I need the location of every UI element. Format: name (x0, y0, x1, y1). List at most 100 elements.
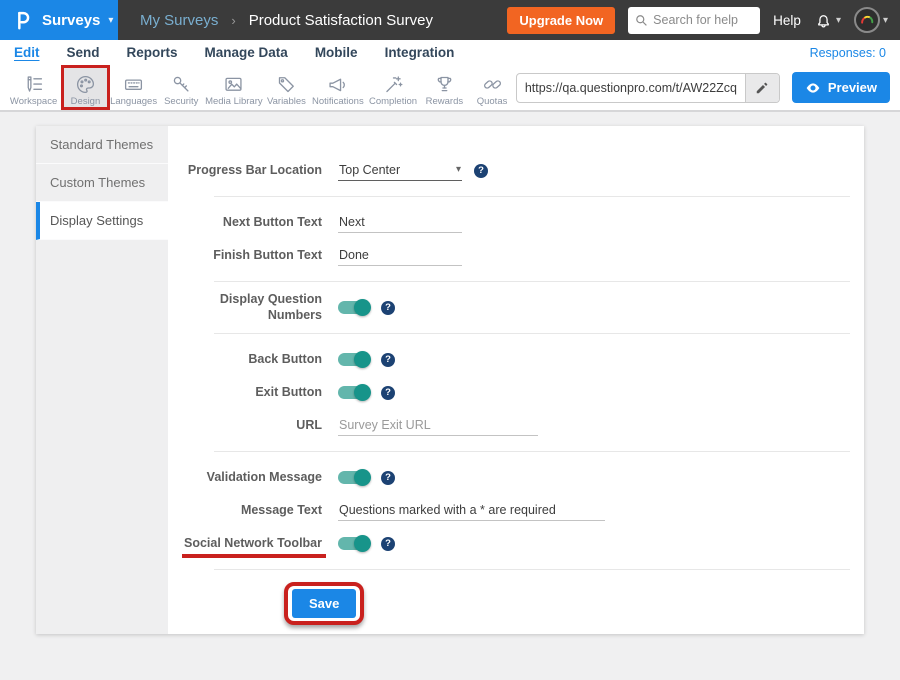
edit-url-button[interactable] (745, 74, 779, 102)
progress-bar-location-select[interactable]: Top Center ▾ (338, 161, 462, 181)
toolbar-item-design[interactable]: Design (61, 65, 110, 110)
section-divider (214, 281, 850, 282)
display-question-numbers-toggle[interactable] (338, 301, 369, 314)
toolbar-item-languages[interactable]: Languages (110, 65, 158, 110)
display-settings-panel: Progress Bar Location Top Center ▾ Next … (168, 126, 864, 634)
finish-button-text-row: Finish Button Text (168, 239, 864, 272)
workspace-icon (23, 71, 44, 95)
sidebar-item-custom-themes[interactable]: Custom Themes (36, 164, 168, 202)
social-network-toolbar-toggle[interactable] (338, 537, 369, 550)
progress-bar-location-row: Progress Bar Location Top Center ▾ (168, 154, 864, 187)
page-title: Product Satisfaction Survey (249, 12, 433, 29)
save-button[interactable]: Save (292, 589, 356, 618)
design-sidebar: Standard Themes Custom Themes Display Se… (36, 126, 168, 634)
exit-url-row: URL (168, 409, 864, 442)
chevron-down-icon: ▾ (883, 15, 888, 26)
breadcrumb-my-surveys[interactable]: My Surveys (140, 12, 218, 29)
validation-message-label: Validation Message (168, 470, 322, 486)
finish-button-text-input[interactable] (338, 246, 462, 266)
selected-value: Top Center (339, 163, 400, 177)
variables-tag-icon (276, 71, 297, 95)
responses-count[interactable]: Responses: 0 (810, 46, 886, 60)
display-question-numbers-row: Display Question Numbers (168, 291, 864, 324)
product-name: Surveys (42, 12, 100, 29)
tab-reports[interactable]: Reports (127, 45, 178, 60)
top-bar: Surveys ▾ My Surveys › Product Satisfact… (0, 0, 900, 40)
quotas-chain-icon (482, 71, 503, 95)
exit-button-label: Exit Button (168, 385, 322, 401)
back-button-toggle[interactable] (338, 353, 369, 366)
validation-message-row: Validation Message (168, 461, 864, 494)
help-icon[interactable] (381, 301, 395, 315)
annotation-red-underline (182, 554, 326, 558)
help-link[interactable]: Help (773, 13, 801, 28)
message-text-input[interactable] (338, 501, 605, 521)
account-menu[interactable]: ▾ (854, 7, 888, 33)
notifications-bell[interactable]: ▾ (814, 11, 841, 30)
toolbar-item-label: Notifications (312, 96, 364, 107)
exit-url-label: URL (168, 418, 322, 434)
section-divider (214, 569, 850, 570)
tab-edit[interactable]: Edit (14, 45, 40, 60)
sidebar-item-display-settings[interactable]: Display Settings (36, 202, 168, 240)
media-library-image-icon (223, 71, 244, 95)
preview-button[interactable]: Preview (792, 72, 890, 103)
design-palette-icon (75, 71, 96, 95)
toolbar-item-rewards[interactable]: Rewards (421, 65, 469, 110)
bell-icon (814, 11, 833, 30)
help-icon[interactable] (381, 353, 395, 367)
sidebar-item-standard-themes[interactable]: Standard Themes (36, 126, 168, 164)
tab-mobile[interactable]: Mobile (315, 45, 358, 60)
validation-message-toggle[interactable] (338, 471, 369, 484)
breadcrumb: My Surveys › Product Satisfaction Survey (140, 12, 433, 29)
back-button-row: Back Button (168, 343, 864, 376)
toolbar-item-security[interactable]: Security (157, 65, 205, 110)
social-network-toolbar-row: Social Network Toolbar (168, 527, 864, 560)
annotation-red-box: Save (284, 582, 364, 625)
toolbar-item-label: Variables (267, 96, 306, 107)
product-switcher[interactable]: Surveys ▾ (0, 0, 118, 40)
toolbar-item-completion[interactable]: Completion (365, 65, 420, 110)
toolbar-item-notifications[interactable]: Notifications (310, 65, 365, 110)
help-icon[interactable] (474, 164, 488, 178)
survey-url-field[interactable] (517, 81, 745, 95)
design-toolbar: Workspace Design Languages Security Medi… (0, 65, 900, 112)
upgrade-now-button[interactable]: Upgrade Now (507, 7, 615, 34)
toolbar-item-label: Languages (110, 96, 157, 107)
toolbar-item-label: Workspace (10, 96, 57, 107)
tab-integration[interactable]: Integration (385, 45, 455, 60)
toolbar-item-quotas[interactable]: Quotas (468, 65, 516, 110)
survey-url-box (516, 73, 780, 103)
toolbar-item-variables[interactable]: Variables (263, 65, 311, 110)
exit-button-toggle[interactable] (338, 386, 369, 399)
breadcrumb-separator-icon: › (231, 13, 235, 28)
help-icon[interactable] (381, 537, 395, 551)
toolbar-item-media-library[interactable]: Media Library (205, 65, 263, 110)
section-divider (214, 333, 850, 334)
design-settings-card: Standard Themes Custom Themes Display Se… (36, 126, 864, 634)
help-icon[interactable] (381, 471, 395, 485)
tab-manage-data[interactable]: Manage Data (205, 45, 288, 60)
avatar (854, 7, 880, 33)
chevron-down-icon: ▾ (456, 164, 461, 175)
help-search (628, 7, 760, 34)
finish-button-text-label: Finish Button Text (168, 248, 322, 264)
help-icon[interactable] (381, 386, 395, 400)
next-button-text-input[interactable] (338, 213, 462, 233)
social-network-toolbar-label: Social Network Toolbar (184, 536, 322, 550)
back-button-label: Back Button (168, 352, 322, 368)
section-divider (214, 451, 850, 452)
display-question-numbers-label: Display Question Numbers (168, 292, 322, 323)
languages-keyboard-icon (123, 71, 144, 95)
message-text-row: Message Text (168, 494, 864, 527)
pencil-icon (755, 81, 769, 95)
toolbar-item-label: Design (71, 96, 101, 107)
section-divider (214, 196, 850, 197)
tab-send[interactable]: Send (67, 45, 100, 60)
search-icon (635, 14, 648, 27)
exit-url-input[interactable] (338, 416, 538, 436)
toolbar-item-label: Rewards (426, 96, 464, 107)
toolbar-item-label: Security (164, 96, 198, 107)
toolbar-item-workspace[interactable]: Workspace (6, 65, 61, 110)
chevron-down-icon: ▾ (108, 15, 113, 26)
